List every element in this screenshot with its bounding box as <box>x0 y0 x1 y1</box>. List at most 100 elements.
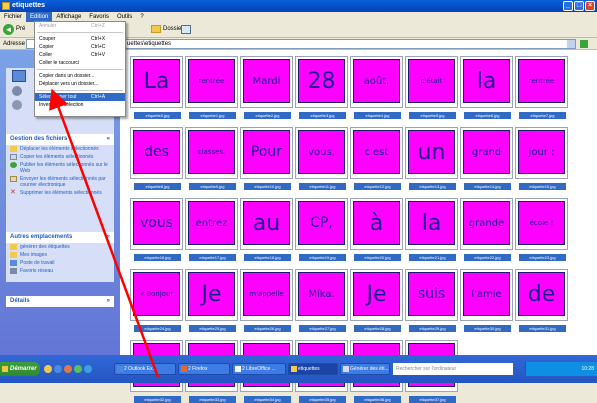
taskbar-button-etiquettes[interactable]: etiquettes <box>288 363 338 375</box>
menu-item-label: Inverser la sélection <box>39 102 84 108</box>
file-thumbnail[interactable]: de etiquette31.jpg <box>515 269 568 332</box>
file-name: etiquette4.jpg <box>354 112 401 119</box>
menu-item-deplacer-dossier[interactable]: Déplacer vers un dossier... <box>35 80 125 88</box>
minimize-button[interactable]: _ <box>563 1 573 11</box>
file-thumbnail[interactable]: la etiquette21.jpg <box>405 198 458 261</box>
file-thumbnail[interactable]: c'est etiquette12.jpg <box>350 127 403 190</box>
task-delete[interactable]: ✕ Supprimer les éléments sélectionnés <box>6 189 114 197</box>
file-thumbnail[interactable]: école ! etiquette23.jpg <box>515 198 568 261</box>
file-thumbnail[interactable]: rentrée etiquette1.jpg <box>185 56 238 119</box>
file-thumbnail[interactable]: Je etiquette25.jpg <box>185 269 238 332</box>
quicklaunch-icon[interactable] <box>64 365 72 373</box>
file-thumbnail[interactable]: vous, etiquette11.jpg <box>295 127 348 190</box>
file-thumbnail[interactable]: des etiquette8.jpg <box>130 127 183 190</box>
views-icon[interactable] <box>181 25 191 34</box>
menu-fichier[interactable]: Fichier <box>0 12 26 22</box>
title-bar[interactable]: etiquettes _ □ × <box>0 0 597 12</box>
task-publish[interactable]: Publier les éléments sélectionnés sur le… <box>6 161 114 175</box>
menu-item-coller-raccourci[interactable]: Coller le raccourci <box>35 59 125 67</box>
taskbar-button-firefox[interactable]: 2 Firefox <box>178 363 230 375</box>
thumbnail-image: c'est <box>353 130 400 174</box>
thumbnail-image: vous <box>133 201 180 245</box>
details-header[interactable]: Détails » <box>6 296 114 307</box>
file-thumbnail[interactable]: août, etiquette4.jpg <box>350 56 403 119</box>
menu-item-copier[interactable]: Copier Ctrl+C <box>35 43 125 51</box>
file-list[interactable]: La etiquette0.jpg rentrée etiquette1.jpg Mar… <box>121 50 597 403</box>
thumbnail-image: des <box>133 130 180 174</box>
file-thumbnail[interactable]: 28 etiquette3.jpg <box>295 56 348 119</box>
taskbar-button-libreoffice[interactable]: 2 LibreOffice ... <box>232 363 286 375</box>
file-thumbnail[interactable]: l'amie etiquette30.jpg <box>460 269 513 332</box>
file-thumbnail[interactable]: « Bonjour etiquette24.jpg <box>130 269 183 332</box>
thumbnail-image: école ! <box>518 201 565 245</box>
file-thumbnail[interactable]: entrez etiquette17.jpg <box>185 198 238 261</box>
taskbar-button-outlook[interactable]: 2 Outlook Ex... <box>114 363 176 375</box>
start-button[interactable]: Démarrer <box>0 362 40 376</box>
close-button[interactable]: × <box>585 1 595 11</box>
task-move[interactable]: Déplacer les éléments sélectionnés <box>6 145 114 153</box>
thumbnail-image: entrez <box>188 201 235 245</box>
maximize-button[interactable]: □ <box>574 1 584 11</box>
file-name: etiquette6.jpg <box>464 112 511 119</box>
back-icon[interactable]: ◄ <box>3 24 14 35</box>
place-poste-travail[interactable]: Poste de travail <box>6 259 114 267</box>
file-thumbnail[interactable]: Je etiquette28.jpg <box>350 269 403 332</box>
file-name: etiquette16.jpg <box>134 254 181 261</box>
file-thumbnail[interactable]: à etiquette20.jpg <box>350 198 403 261</box>
menu-item-coller[interactable]: Coller Ctrl+V <box>35 51 125 59</box>
place-favoris-reseau[interactable]: Favoris réseau <box>6 267 114 275</box>
file-thumbnail[interactable]: suis etiquette29.jpg <box>405 269 458 332</box>
quicklaunch-icon[interactable] <box>84 365 92 373</box>
menu-item-inverser-selection[interactable]: Inverser la sélection <box>35 101 125 109</box>
file-thumbnail[interactable]: au etiquette18.jpg <box>240 198 293 261</box>
place-label: Poste de travail <box>20 260 55 266</box>
collapse-icon[interactable]: « <box>107 134 110 145</box>
quicklaunch-icon[interactable] <box>74 365 82 373</box>
chevron-down-icon[interactable] <box>567 40 575 48</box>
file-name: etiquette29.jpg <box>409 325 456 332</box>
file-thumbnail[interactable]: grande etiquette22.jpg <box>460 198 513 261</box>
collapse-icon[interactable]: « <box>107 232 110 243</box>
taskbar-button-generer[interactable]: Générer des éti... <box>340 363 390 375</box>
file-thumbnail[interactable]: jour : etiquette15.jpg <box>515 127 568 190</box>
outlook-icon <box>117 366 123 372</box>
file-thumbnail[interactable]: Mardi etiquette2.jpg <box>240 56 293 119</box>
file-thumbnail[interactable]: classes. etiquette9.jpg <box>185 127 238 190</box>
file-thumbnail[interactable]: Pour etiquette10.jpg <box>240 127 293 190</box>
place-generer[interactable]: générer des étiquettes <box>6 243 114 251</box>
menu-separator <box>37 90 123 91</box>
file-name: etiquette33.jpg <box>189 396 236 403</box>
desktop-search-input[interactable]: Rechercher sur l'ordinateur <box>393 363 513 375</box>
file-thumbnail[interactable]: m'appelle etiquette26.jpg <box>240 269 293 332</box>
file-thumbnail[interactable]: grand etiquette14.jpg <box>460 127 513 190</box>
menu-help[interactable]: ? <box>136 12 147 22</box>
quicklaunch-icon[interactable] <box>54 365 62 373</box>
file-name: etiquette37.jpg <box>409 396 456 403</box>
file-thumbnail[interactable]: La etiquette0.jpg <box>130 56 183 119</box>
window-title: etiquettes <box>12 2 46 9</box>
file-thumbnail[interactable]: rentrée etiquette7.jpg <box>515 56 568 119</box>
place-mes-images[interactable]: Mes images <box>6 251 114 259</box>
file-thumbnail[interactable]: Mika. etiquette27.jpg <box>295 269 348 332</box>
file-thumbnail[interactable]: un etiquette13.jpg <box>405 127 458 190</box>
thumbnail-image: de <box>518 272 565 316</box>
other-places-header[interactable]: Autres emplacements « <box>6 232 114 243</box>
file-thumbnail[interactable]: la etiquette6.jpg <box>460 56 513 119</box>
file-thumbnail[interactable]: CP, etiquette19.jpg <box>295 198 348 261</box>
file-tasks-header[interactable]: Gestion des fichiers « <box>6 134 114 145</box>
menu-item-selectionner-tout[interactable]: Sélectionner tout Ctrl+A <box>35 93 125 101</box>
file-thumbnail[interactable]: vous etiquette16.jpg <box>130 198 183 261</box>
file-thumbnail[interactable]: c'était etiquette5.jpg <box>405 56 458 119</box>
explorer-window: etiquettes _ □ × Fichier Edition Afficha… <box>0 0 597 403</box>
quicklaunch-icon[interactable] <box>44 365 52 373</box>
menu-item-annuler[interactable]: Annuler Ctrl+Z <box>35 22 125 30</box>
task-email[interactable]: Envoyer les éléments sélectionnés par co… <box>6 175 114 189</box>
back-label[interactable]: Pré <box>16 26 25 32</box>
menu-item-couper[interactable]: Couper Ctrl+X <box>35 35 125 43</box>
menu-item-copier-dossier[interactable]: Copier dans un dossier... <box>35 72 125 80</box>
web-icon <box>10 162 17 168</box>
task-copy[interactable]: Copier les éléments sélectionnés <box>6 153 114 161</box>
folders-icon[interactable] <box>151 25 161 33</box>
file-name: etiquette20.jpg <box>354 254 401 261</box>
expand-icon[interactable]: » <box>107 296 110 307</box>
